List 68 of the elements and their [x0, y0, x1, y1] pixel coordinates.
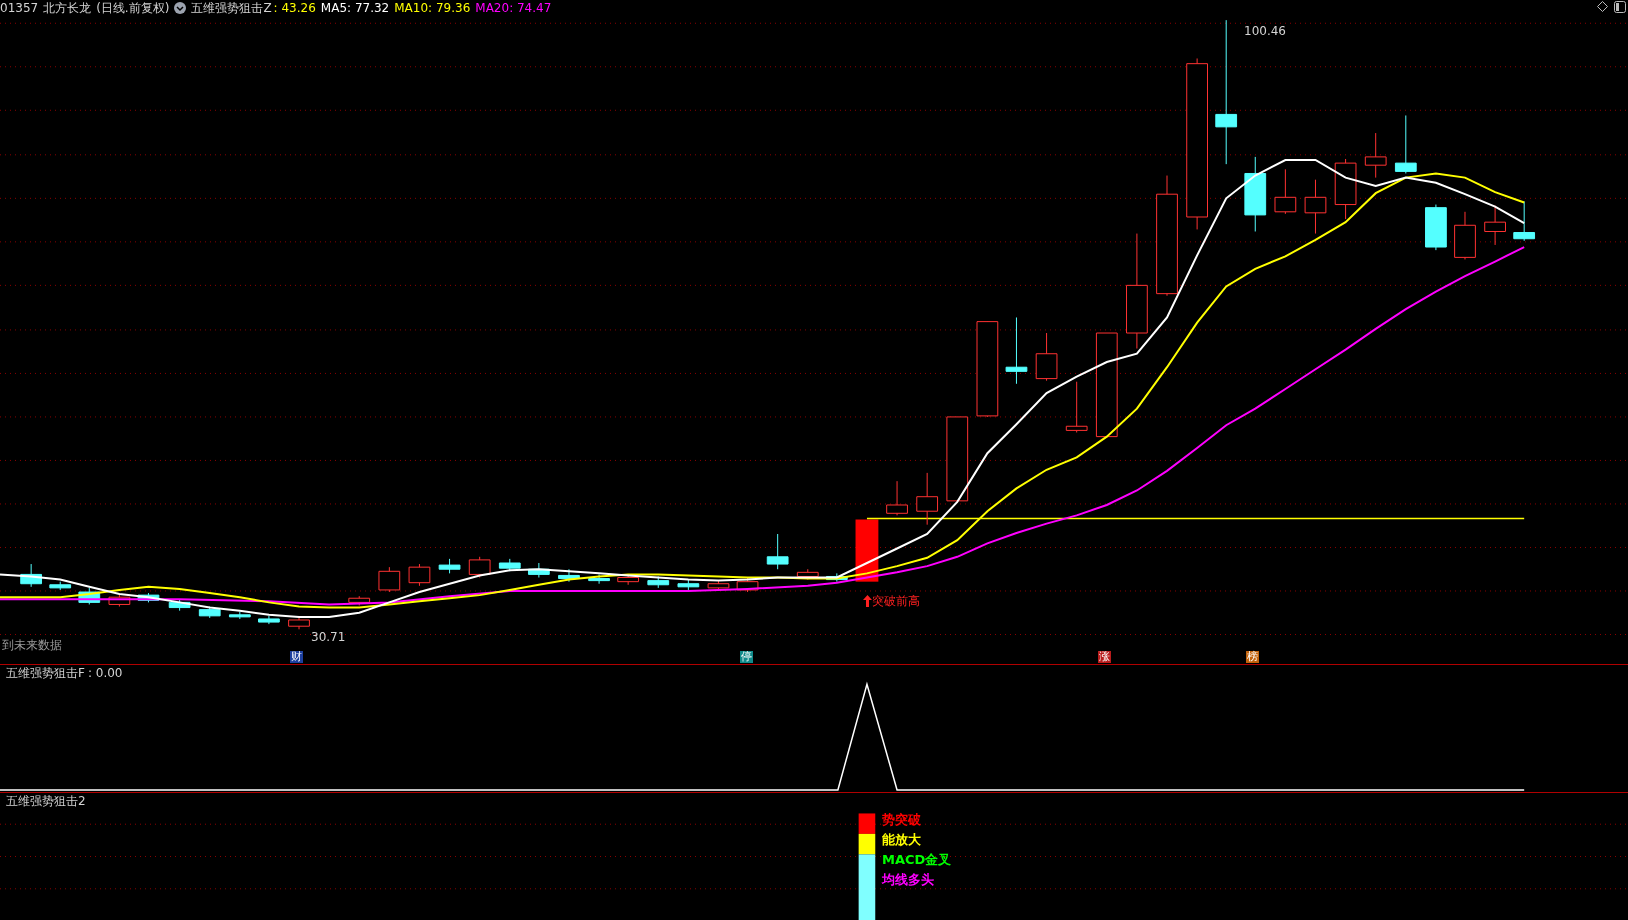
candle	[108, 593, 131, 607]
period-label: (日线.前复权)	[96, 1, 170, 15]
candle	[886, 480, 908, 516]
candle	[137, 592, 160, 603]
diamond-icon[interactable]	[1597, 1, 1608, 12]
signal-legend-label: 能放大	[882, 833, 922, 847]
event-marker[interactable]: 榜	[1246, 651, 1259, 663]
candle	[1005, 317, 1028, 385]
candle	[1065, 381, 1088, 433]
candle	[1274, 168, 1297, 215]
stock-name: 北方长龙	[43, 1, 92, 15]
panel-toggle-icon[interactable]	[1614, 1, 1626, 13]
moving-average-value: MA20: 74.47	[475, 1, 552, 15]
candle	[1484, 205, 1506, 246]
indicator-value: : 0.00	[87, 666, 123, 680]
candle	[78, 587, 101, 605]
candle	[528, 562, 550, 578]
candle	[1454, 211, 1476, 260]
signal-legend-label: 势突破	[882, 813, 922, 827]
low-price-label: 30.71	[311, 630, 346, 644]
candle	[677, 579, 700, 591]
candle	[1304, 179, 1327, 235]
moving-average-value: MA5: 77.32	[320, 1, 390, 15]
dropdown-icon[interactable]	[174, 2, 187, 14]
candle	[766, 533, 789, 570]
candle	[20, 563, 43, 588]
stock-code: 01357	[0, 1, 39, 15]
candle	[408, 563, 431, 587]
candle	[168, 598, 191, 612]
candle	[258, 615, 280, 625]
signal-label: 突破前高	[872, 594, 920, 608]
candle	[49, 581, 72, 591]
signal-legend-label: 均线多头	[882, 873, 935, 887]
signal-bar	[858, 813, 876, 834]
moving-average-value: MA10: 79.36	[394, 1, 471, 15]
candle	[288, 616, 310, 630]
candle	[348, 595, 371, 606]
candle	[468, 556, 491, 578]
candle	[498, 558, 521, 572]
high-price-label: 100.46	[1244, 24, 1286, 38]
candle	[588, 573, 610, 585]
event-marker[interactable]: 涨	[1098, 651, 1111, 663]
candle	[647, 576, 670, 589]
candle	[1035, 332, 1058, 382]
candle	[617, 573, 640, 586]
candle	[1513, 200, 1536, 242]
event-marker[interactable]: 财	[290, 651, 303, 663]
candle	[1334, 158, 1357, 220]
candle	[1364, 132, 1387, 179]
candle	[1394, 114, 1417, 174]
event-marker[interactable]: 停	[740, 651, 753, 663]
candle	[825, 572, 848, 583]
candle	[916, 472, 939, 526]
indicator-name: 五维强势狙击Z	[191, 1, 272, 15]
candle	[438, 558, 461, 574]
signal-legend-label: MACD金叉	[882, 853, 952, 867]
candle	[558, 568, 580, 583]
indicator-title: 五维强势狙击2	[6, 794, 86, 808]
indicator-value: : 43.26	[273, 1, 316, 15]
indicator-title: 五维强势狙击F	[6, 666, 85, 680]
up-arrow-icon	[863, 595, 872, 607]
candle	[228, 611, 251, 620]
future-data-label: 到未来数据	[2, 638, 62, 652]
candle	[736, 577, 759, 593]
candle	[198, 606, 221, 619]
candle	[378, 566, 401, 593]
candle	[1425, 204, 1447, 251]
candle	[707, 580, 730, 592]
